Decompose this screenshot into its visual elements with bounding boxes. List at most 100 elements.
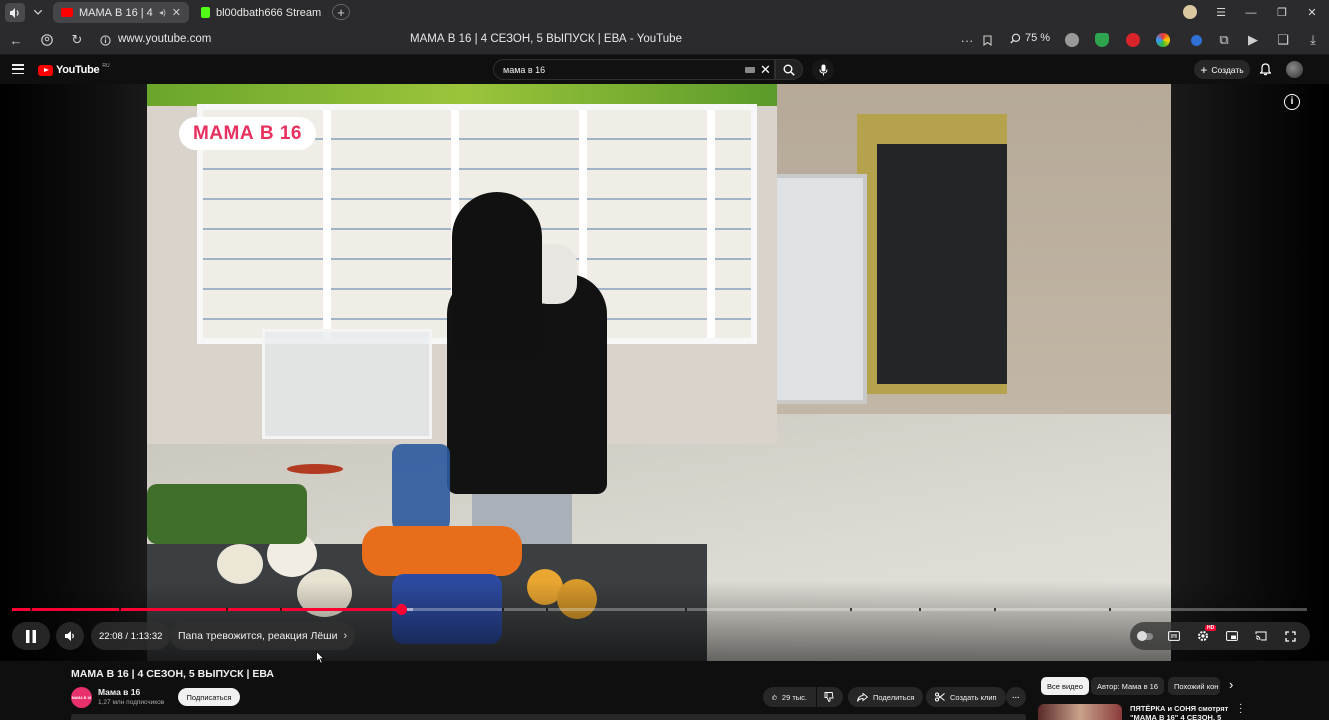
share-button[interactable]: Поделиться: [848, 687, 924, 707]
scene-banner: [147, 84, 777, 106]
scene-counter: [262, 329, 432, 439]
bookmark-icon[interactable]: [978, 31, 996, 49]
chip-related[interactable]: Похожий кон: [1168, 677, 1220, 695]
close-window-icon[interactable]: ✕: [1305, 3, 1319, 22]
microphone-icon: [819, 64, 827, 76]
chip-author[interactable]: Автор: Мама в 16: [1091, 677, 1165, 695]
gear-icon: [1198, 631, 1208, 641]
fullscreen-icon: [1284, 630, 1296, 642]
show-logo-overlay: МАМА В 16: [179, 117, 316, 150]
subtitles-icon: [1168, 631, 1180, 641]
account-avatar[interactable]: [1286, 61, 1303, 78]
cast-icon: [1255, 631, 1267, 641]
chapter-button[interactable]: Папа тревожится, реакция Лёши ›: [170, 622, 356, 650]
recommended-more-icon[interactable]: · · ·: [1239, 700, 1242, 718]
browser-tab-strip: МАМА В 16 | 4 СЕЗО ◂) ✕ bl00dbath666 Str…: [0, 0, 1329, 25]
pause-button[interactable]: [12, 622, 50, 650]
collections-icon[interactable]: ❏: [1274, 31, 1292, 49]
scene-greens: [147, 484, 307, 544]
chevron-right-icon: ›: [343, 630, 348, 642]
zoom-indicator[interactable]: 75 %: [1010, 32, 1050, 44]
more-actions-button[interactable]: ···: [1006, 687, 1026, 707]
color-extension-icon[interactable]: [1156, 33, 1170, 47]
youtube-header: YouTube RU мама в 16 ✕ + Создать: [0, 56, 1329, 84]
keyboard-icon[interactable]: [745, 67, 755, 73]
search-icon: [783, 64, 795, 76]
recommended-thumbnail[interactable]: [1038, 704, 1122, 720]
red-extension-icon[interactable]: [1126, 33, 1140, 47]
subscribe-button[interactable]: Подписаться: [178, 688, 240, 706]
hd-badge: HD: [1205, 625, 1217, 631]
chips-next-chevron-icon[interactable]: ›: [1229, 677, 1233, 692]
tab-youtube[interactable]: МАМА В 16 | 4 СЕЗО ◂) ✕: [53, 2, 189, 23]
tab-close-icon[interactable]: ✕: [172, 6, 181, 19]
profile-avatar-icon[interactable]: [1183, 5, 1197, 19]
logo-region: RU: [102, 63, 110, 69]
video-player[interactable]: МАМА В 16 i 22:08 / 1:13:32 Папа тревожи…: [0, 84, 1329, 661]
tab-title: bl00dbath666 Stream - W: [216, 6, 321, 19]
recommended-title[interactable]: ПЯТЁРКА и СОНЯ смотрят "МАМА В 16" 4 СЕЗ…: [1130, 704, 1230, 720]
create-label: Создать: [1211, 64, 1244, 75]
chip-all-videos[interactable]: Все видео: [1041, 677, 1089, 695]
more-dots-icon[interactable]: ···: [958, 31, 976, 49]
chapter-marker: [546, 608, 548, 611]
notifications-bell-icon[interactable]: [1258, 62, 1272, 76]
miniplayer-button[interactable]: [1223, 627, 1241, 645]
time-text: 22:08 / 1:13:32: [99, 630, 163, 642]
progress-scrubber-handle[interactable]: [395, 604, 407, 615]
download-icon[interactable]: ⤓: [1304, 31, 1322, 49]
chapter-marker: [685, 608, 687, 611]
subtitles-button[interactable]: [1165, 627, 1183, 645]
chapter-marker: [994, 608, 996, 611]
tab-title: МАМА В 16 | 4 СЕЗО: [79, 6, 153, 19]
tab-sound-icon: ◂): [159, 8, 166, 17]
tab-kick-stream[interactable]: bl00dbath666 Stream - W: [193, 2, 329, 23]
clear-search-icon[interactable]: ✕: [760, 62, 771, 78]
dislike-button[interactable]: [817, 687, 843, 707]
chapter-marker: [1109, 608, 1111, 611]
shield-extension-icon[interactable]: [1095, 33, 1109, 47]
like-count: 29 тыс.: [781, 692, 807, 702]
volume-icon: [64, 631, 74, 641]
clip-button[interactable]: Создать клип: [926, 687, 1006, 707]
search-button[interactable]: [775, 59, 803, 80]
cast-button[interactable]: [1252, 627, 1270, 645]
share-label: Поделиться: [873, 692, 915, 702]
minimize-icon[interactable]: —: [1244, 3, 1258, 22]
scene-onion: [217, 544, 263, 584]
progress-bar[interactable]: [12, 604, 1307, 615]
chapter-marker: [30, 608, 32, 611]
restore-icon[interactable]: ❐: [1275, 3, 1289, 22]
search-input[interactable]: мама в 16 ✕: [493, 59, 775, 80]
video-title: МАМА В 16 | 4 СЕЗОН, 5 ВЫПУСК | ЕВА: [71, 668, 275, 680]
miniplayer-icon: [1226, 631, 1238, 641]
media-play-icon[interactable]: ▶: [1244, 31, 1262, 49]
fullscreen-button[interactable]: [1281, 627, 1299, 645]
description-box[interactable]: [71, 714, 1026, 720]
create-button[interactable]: + Создать: [1194, 60, 1250, 79]
like-button[interactable]: 29 тыс.: [763, 687, 816, 707]
menu-icon[interactable]: ☰: [1214, 3, 1228, 22]
new-tab-button[interactable]: +: [332, 4, 350, 20]
autoplay-toggle[interactable]: [1130, 622, 1160, 650]
adblock-extension-icon[interactable]: [1065, 33, 1079, 47]
channel-avatar[interactable]: МАМА В 16: [71, 687, 92, 708]
tab-audio-icon[interactable]: [5, 3, 25, 22]
scene-person-hair: [452, 192, 542, 362]
watch-metadata: МАМА В 16 | 4 СЕЗОН, 5 ВЫПУСК | ЕВА МАМА…: [0, 661, 1329, 720]
video-frame[interactable]: МАМА В 16: [147, 84, 1171, 661]
scene-cooler: [767, 174, 867, 404]
blue-extension-icon[interactable]: [1191, 35, 1202, 46]
thumbs-down-icon: [824, 692, 834, 702]
info-icon[interactable]: i: [1284, 94, 1300, 110]
extensions-puzzle-icon[interactable]: ⧉: [1215, 31, 1233, 49]
share-icon: [857, 692, 868, 702]
youtube-logo[interactable]: YouTube RU: [38, 63, 110, 76]
time-display: 22:08 / 1:13:32: [91, 622, 171, 650]
voice-search-button[interactable]: [812, 59, 834, 81]
tab-list-chevron-icon[interactable]: [30, 3, 46, 22]
channel-name[interactable]: Мама в 16: [98, 687, 140, 697]
guide-menu-icon[interactable]: [12, 64, 24, 75]
mute-button[interactable]: [56, 622, 84, 650]
chapter-marker: [226, 608, 228, 611]
